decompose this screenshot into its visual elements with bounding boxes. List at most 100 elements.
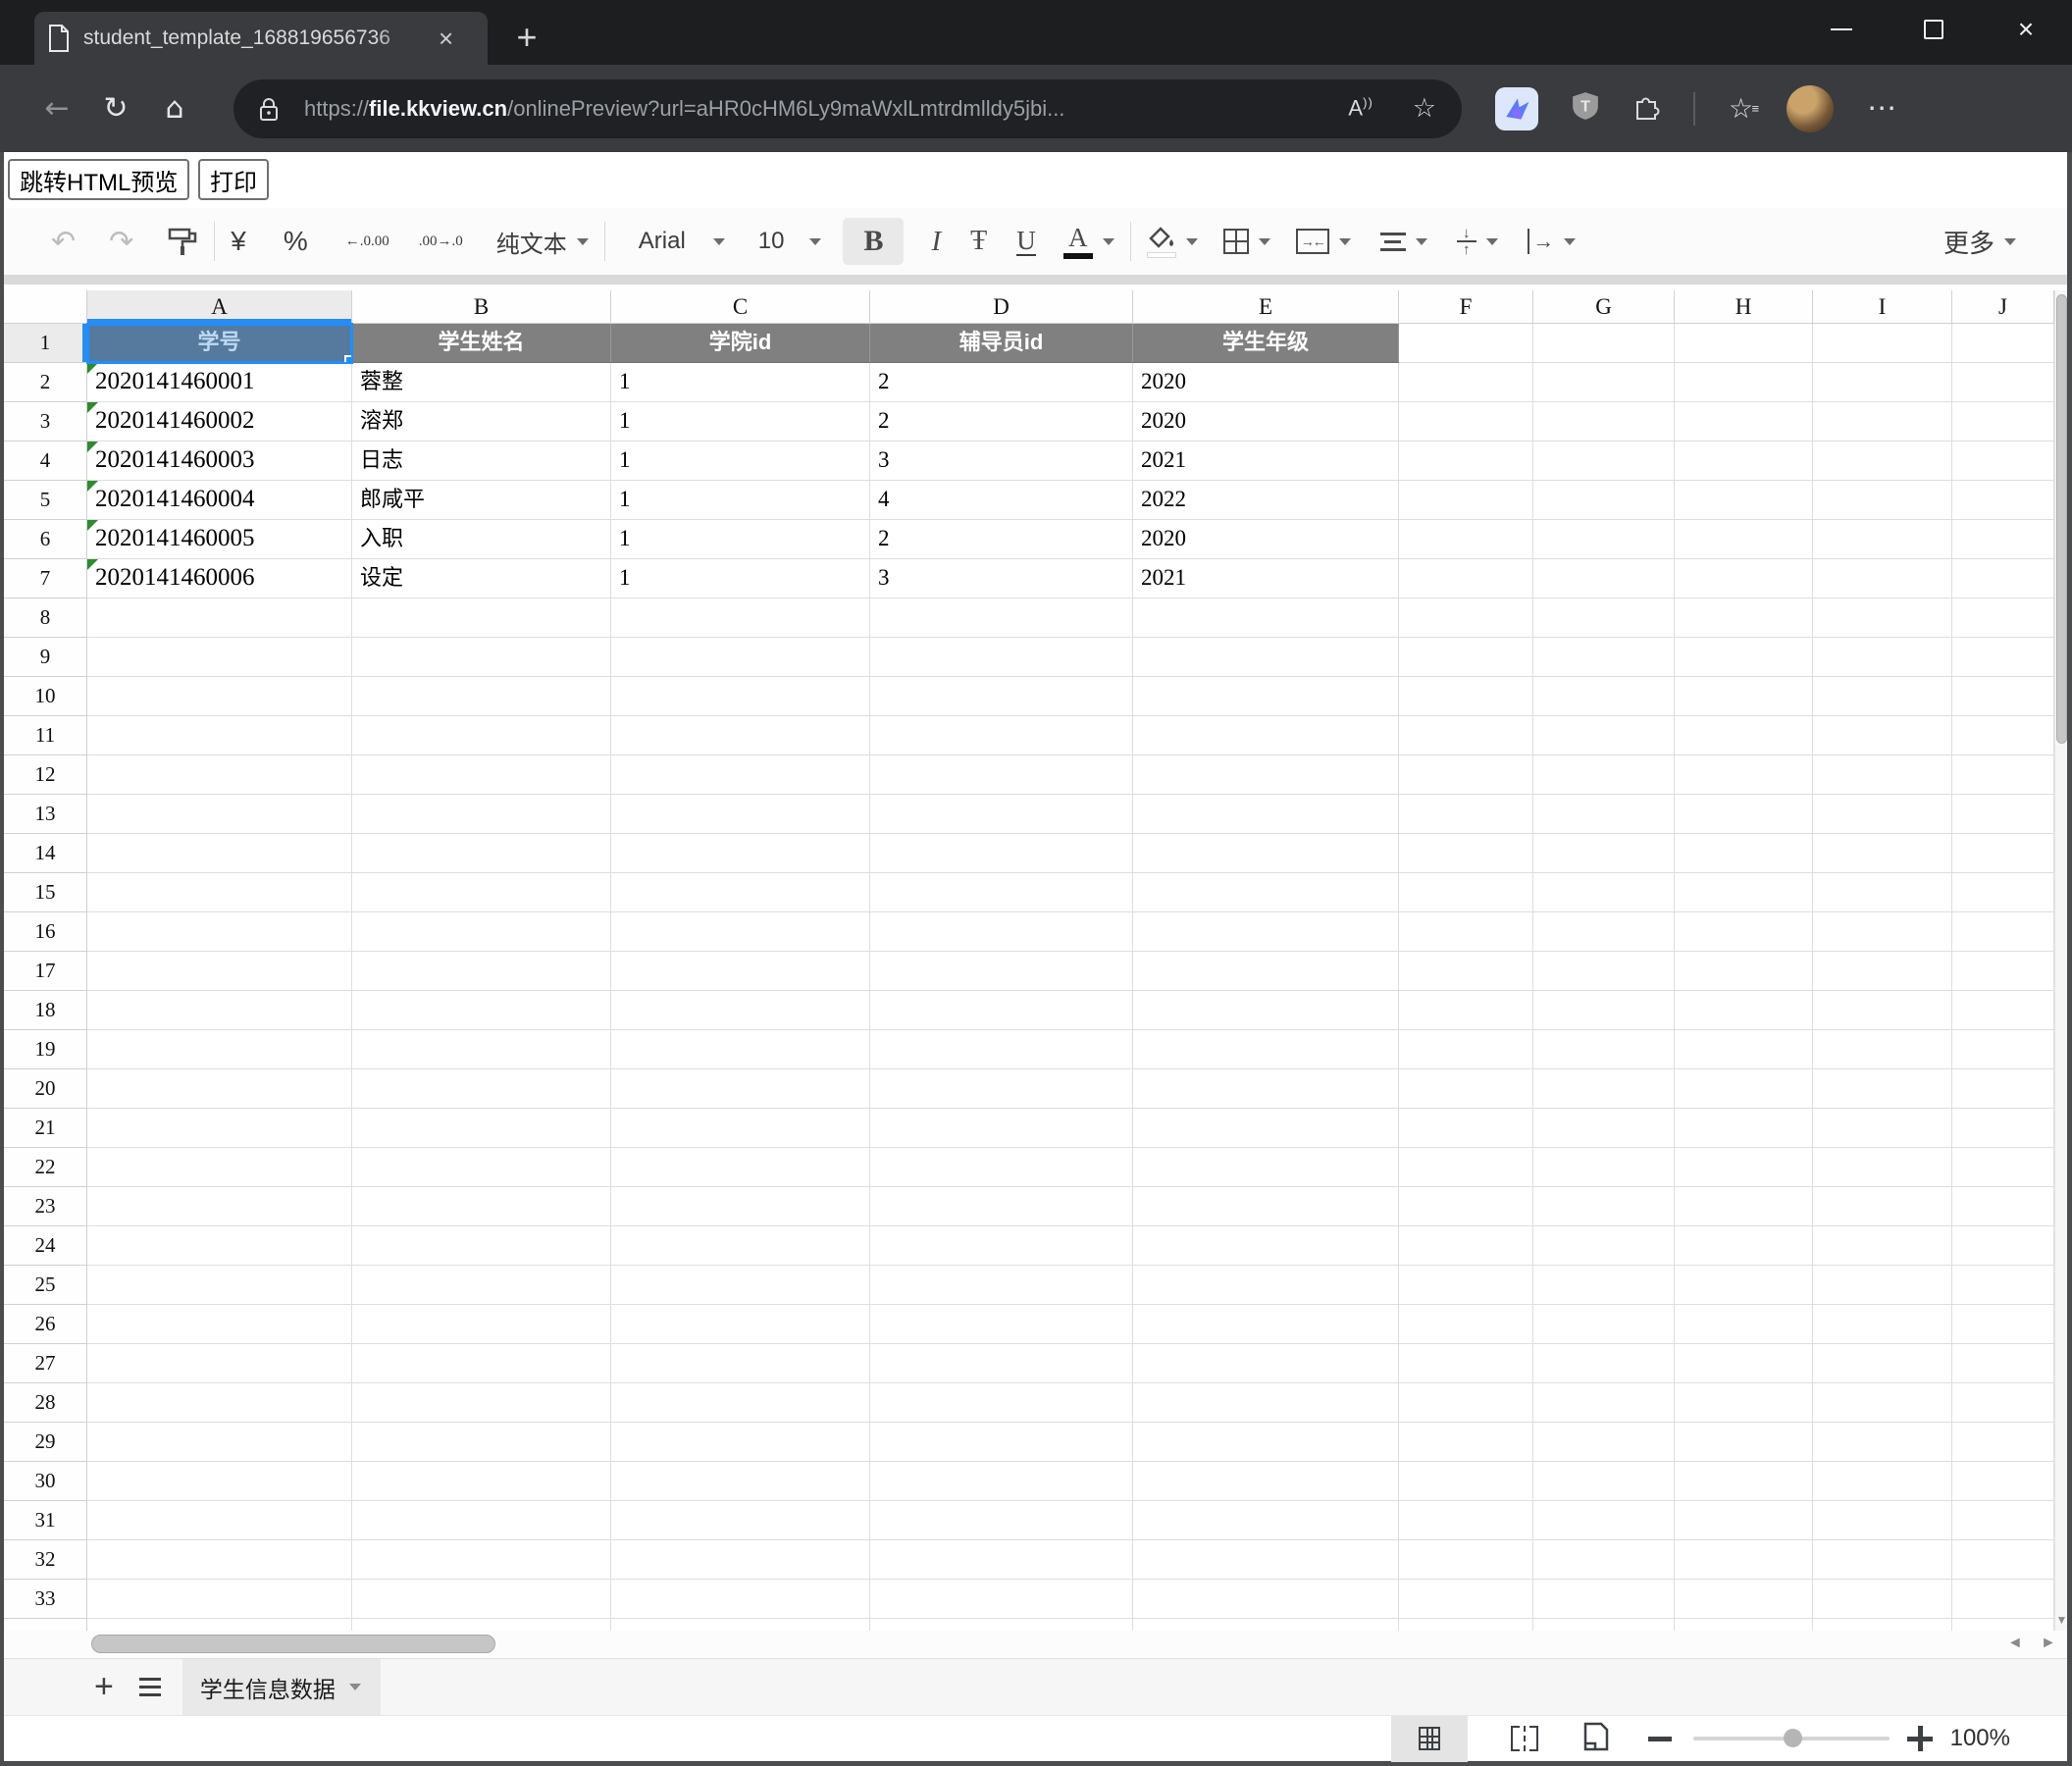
row-header-31[interactable]: 31 xyxy=(4,1501,87,1540)
cell-G16[interactable] xyxy=(1533,912,1675,952)
window-minimize-button[interactable] xyxy=(1795,0,1888,59)
cell-G8[interactable] xyxy=(1533,598,1675,638)
cell-B8[interactable] xyxy=(352,598,611,638)
cell-J10[interactable] xyxy=(1952,677,2054,716)
column-header-E[interactable]: E xyxy=(1133,290,1399,324)
cell-C19[interactable] xyxy=(611,1030,870,1069)
cell-F4[interactable] xyxy=(1399,442,1533,481)
cell-D20[interactable] xyxy=(870,1069,1133,1109)
cell-C20[interactable] xyxy=(611,1069,870,1109)
cell-D32[interactable] xyxy=(870,1540,1133,1580)
cell-C34[interactable] xyxy=(611,1619,870,1631)
cell-H13[interactable] xyxy=(1675,795,1813,834)
browser-tab[interactable]: student_template_168819656736 × xyxy=(34,12,488,65)
cell-D25[interactable] xyxy=(870,1266,1133,1305)
column-header-H[interactable]: H xyxy=(1675,290,1813,324)
borders-dropdown-icon[interactable] xyxy=(1259,238,1270,245)
cell-J28[interactable] xyxy=(1952,1383,2054,1423)
cell-D4[interactable]: 3 xyxy=(870,442,1133,481)
cell-B25[interactable] xyxy=(352,1266,611,1305)
cell-A17[interactable] xyxy=(87,952,352,991)
cell-G14[interactable] xyxy=(1533,834,1675,873)
cell-F32[interactable] xyxy=(1399,1540,1533,1580)
cell-D9[interactable] xyxy=(870,638,1133,677)
cell-A32[interactable] xyxy=(87,1540,352,1580)
cell-B12[interactable] xyxy=(352,755,611,795)
cell-A19[interactable] xyxy=(87,1030,352,1069)
cell-A29[interactable] xyxy=(87,1423,352,1462)
fill-color-button[interactable] xyxy=(1147,218,1176,265)
cell-D34[interactable] xyxy=(870,1619,1133,1631)
row-header-32[interactable]: 32 xyxy=(4,1540,87,1580)
sheet-tab-active[interactable]: 学生信息数据 xyxy=(182,1659,381,1716)
cell-C17[interactable] xyxy=(611,952,870,991)
cell-A31[interactable] xyxy=(87,1501,352,1540)
cell-E3[interactable]: 2020 xyxy=(1133,402,1399,442)
zoom-slider[interactable] xyxy=(1693,1737,1890,1740)
cell-B29[interactable] xyxy=(352,1423,611,1462)
cell-D5[interactable]: 4 xyxy=(870,481,1133,520)
cell-E8[interactable] xyxy=(1133,598,1399,638)
vertical-align-dropdown-icon[interactable] xyxy=(1486,238,1498,245)
cell-B19[interactable] xyxy=(352,1030,611,1069)
cell-G32[interactable] xyxy=(1533,1540,1675,1580)
cell-J1[interactable] xyxy=(1952,324,2054,363)
column-header-B[interactable]: B xyxy=(352,290,611,324)
cell-B27[interactable] xyxy=(352,1344,611,1383)
cell-I14[interactable] xyxy=(1813,834,1952,873)
browser-menu-icon[interactable]: ⋯ xyxy=(1867,91,1899,126)
cell-J7[interactable] xyxy=(1952,559,2054,598)
underline-button[interactable]: U xyxy=(1016,218,1036,265)
cell-H17[interactable] xyxy=(1675,952,1813,991)
cell-G27[interactable] xyxy=(1533,1344,1675,1383)
cell-H14[interactable] xyxy=(1675,834,1813,873)
cell-E34[interactable] xyxy=(1133,1619,1399,1631)
cell-A20[interactable] xyxy=(87,1069,352,1109)
cell-F22[interactable] xyxy=(1399,1148,1533,1187)
cell-G18[interactable] xyxy=(1533,991,1675,1030)
cell-F18[interactable] xyxy=(1399,991,1533,1030)
cell-F13[interactable] xyxy=(1399,795,1533,834)
cell-B11[interactable] xyxy=(352,716,611,755)
cell-F26[interactable] xyxy=(1399,1305,1533,1344)
cell-I13[interactable] xyxy=(1813,795,1952,834)
cell-B16[interactable] xyxy=(352,912,611,952)
row-header-14[interactable]: 14 xyxy=(4,834,87,873)
cell-B20[interactable] xyxy=(352,1069,611,1109)
cell-A7[interactable]: 2020141460006 xyxy=(87,559,352,598)
cell-C11[interactable] xyxy=(611,716,870,755)
merge-cells-dropdown-icon[interactable] xyxy=(1339,238,1351,245)
cell-E13[interactable] xyxy=(1133,795,1399,834)
row-header-28[interactable]: 28 xyxy=(4,1383,87,1423)
font-color-button[interactable]: A xyxy=(1063,218,1093,265)
cell-C3[interactable]: 1 xyxy=(611,402,870,442)
cell-C24[interactable] xyxy=(611,1226,870,1266)
cell-H27[interactable] xyxy=(1675,1344,1813,1383)
cell-I19[interactable] xyxy=(1813,1030,1952,1069)
cell-I24[interactable] xyxy=(1813,1226,1952,1266)
row-header-8[interactable]: 8 xyxy=(4,598,87,638)
row-header-25[interactable]: 25 xyxy=(4,1266,87,1305)
cell-B13[interactable] xyxy=(352,795,611,834)
borders-button[interactable] xyxy=(1223,218,1249,265)
cell-J21[interactable] xyxy=(1952,1109,2054,1148)
sheet-tab-dropdown-icon[interactable] xyxy=(349,1684,361,1690)
cell-C31[interactable] xyxy=(611,1501,870,1540)
row-header-3[interactable]: 3 xyxy=(4,402,87,442)
cell-G10[interactable] xyxy=(1533,677,1675,716)
cell-H26[interactable] xyxy=(1675,1305,1813,1344)
cell-D23[interactable] xyxy=(870,1187,1133,1226)
cell-D31[interactable] xyxy=(870,1501,1133,1540)
cell-J16[interactable] xyxy=(1952,912,2054,952)
cell-B30[interactable] xyxy=(352,1462,611,1501)
cell-B4[interactable]: 日志 xyxy=(352,442,611,481)
cell-C13[interactable] xyxy=(611,795,870,834)
cell-F3[interactable] xyxy=(1399,402,1533,442)
cell-C4[interactable]: 1 xyxy=(611,442,870,481)
cell-J26[interactable] xyxy=(1952,1305,2054,1344)
cell-D17[interactable] xyxy=(870,952,1133,991)
cell-C9[interactable] xyxy=(611,638,870,677)
vertical-scrollbar[interactable]: ▼ xyxy=(2054,290,2067,1631)
cell-D11[interactable] xyxy=(870,716,1133,755)
cell-E29[interactable] xyxy=(1133,1423,1399,1462)
